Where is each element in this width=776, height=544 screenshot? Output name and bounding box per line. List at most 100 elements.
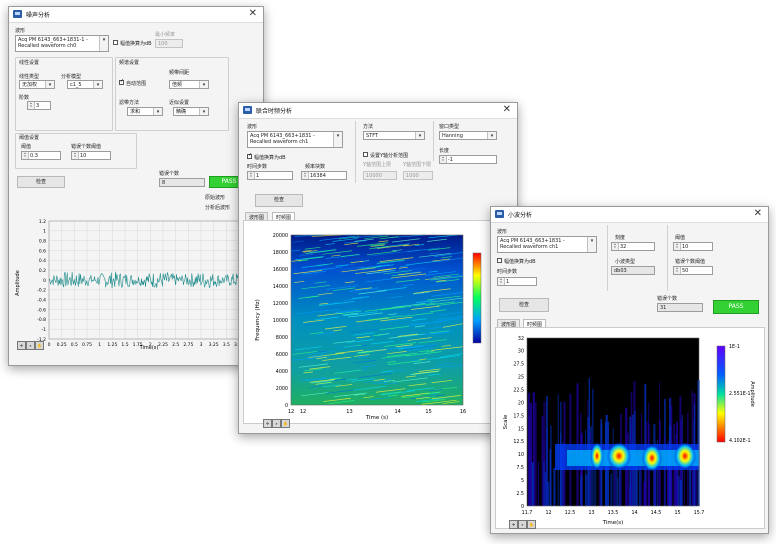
scalogram-band (585, 474, 588, 506)
chevron-down-icon[interactable]: ▾ (415, 132, 424, 139)
waveform-select[interactable]: Acq PM 6143_663+1831 - Recalled waveform… (247, 131, 343, 148)
scalogram-band (697, 380, 700, 506)
spin-icon[interactable]: ▴ ▾ (72, 152, 79, 159)
chevron-down-icon[interactable]: ▾ (45, 81, 54, 88)
db-checkbox[interactable] (247, 152, 252, 159)
approx-select[interactable]: 精确 ▾ (173, 107, 209, 116)
y-tick-label: -0.6 (37, 307, 46, 313)
zoom-tool-icon[interactable]: ⌕ (518, 520, 527, 529)
x-tick-label: 13.5 (608, 510, 619, 516)
crosshair-tool-icon[interactable]: ✛ (17, 341, 26, 350)
chevron-down-icon[interactable]: ▾ (93, 81, 102, 88)
zoom-tool-icon[interactable]: ⌕ (26, 341, 35, 350)
wavelet-type-value: db03 (614, 268, 627, 274)
length-stepper[interactable]: ▴ ▾ -1 (439, 155, 497, 164)
chevron-down-icon[interactable]: ▾ (487, 132, 496, 139)
y-tick-label: -1 (42, 327, 47, 333)
error-points-stepper[interactable]: ▴ ▾ 50 (673, 266, 713, 275)
y-tick-label: 15 (518, 426, 524, 432)
spin-icon[interactable]: ▴ ▾ (498, 278, 505, 285)
crosshair-tool-icon[interactable]: ✛ (509, 520, 518, 529)
chevron-down-icon[interactable]: ▾ (199, 81, 208, 88)
title-bar[interactable]: 联合时频分析 ✕ (239, 103, 517, 119)
window-type-select[interactable]: Hanning ▾ (439, 131, 497, 140)
check-button[interactable]: 检查 (255, 194, 303, 207)
scalogram-band (553, 467, 556, 506)
spin-icon[interactable]: ▴ ▾ (440, 156, 447, 163)
pan-tool-icon[interactable]: ✋ (527, 520, 536, 529)
y-lower-field[interactable]: 1000 (403, 171, 433, 180)
linear-settings-group (15, 57, 113, 131)
color-scale-bar (716, 345, 726, 443)
waveform-select[interactable]: Acq PM 6143_663+1831-1 - Recalled wavefo… (15, 35, 109, 52)
divider (667, 225, 668, 291)
method-select[interactable]: STFT ▾ (363, 131, 425, 140)
title-bar[interactable]: 小波分析 ✕ (491, 207, 768, 223)
method-select[interactable]: 求和 ▾ (127, 107, 163, 116)
window-type-label: 窗口类型 (439, 124, 460, 130)
spin-icon[interactable]: ▴ ▾ (22, 152, 29, 159)
title-bar[interactable]: 噪声分析 ✕ (9, 7, 263, 23)
spin-icon[interactable]: ▴ ▾ (674, 243, 681, 250)
scale-stepper[interactable]: ▴ ▾ 32 (611, 242, 655, 251)
pan-tool-icon[interactable]: ✋ (281, 419, 290, 428)
y-lower-value: 1000 (406, 173, 419, 179)
length-value: -1 (448, 157, 453, 163)
order-stepper[interactable]: ▴ ▾ 3 (27, 101, 51, 110)
band-select[interactable]: 倍频 ▾ (169, 80, 209, 89)
chevron-down-icon[interactable]: ▾ (199, 108, 208, 115)
x-tick-label: 16 (460, 409, 466, 415)
scalogram-hotspot (673, 442, 697, 470)
chevron-down-icon[interactable]: ▾ (587, 237, 596, 252)
y-upper-field[interactable]: 10000 (363, 171, 397, 180)
time-steps-stepper[interactable]: ▴ ▾ 1 (247, 171, 293, 180)
x-tick-label: 11.7 (522, 510, 533, 516)
method-label: 方法 (363, 124, 374, 130)
app-icon (13, 10, 22, 18)
check-button[interactable]: 检查 (499, 298, 549, 312)
freq-bins-stepper[interactable]: ▴ ▾ 16384 (301, 171, 347, 180)
threshold-stepper[interactable]: ▴ ▾ 0.3 (21, 151, 61, 160)
line-type-select[interactable]: 无加权 ▾ (19, 80, 55, 89)
analysis-model-select[interactable]: c1_5 ▾ (67, 80, 103, 89)
analysis-model-label: 分析模型 (61, 74, 82, 80)
spin-icon[interactable]: ▴ ▾ (612, 243, 619, 250)
close-icon[interactable]: ✕ (249, 8, 257, 20)
pass-indicator: PASS (713, 300, 759, 314)
scalogram-band (615, 467, 618, 506)
waveform-select[interactable]: Acq PM 6143_663+1831 - Recalled waveform… (497, 236, 597, 253)
length-label: 长度 (439, 148, 450, 154)
check-button[interactable]: 检查 (17, 176, 65, 188)
x-tick-label: 3 (200, 342, 203, 348)
close-icon[interactable]: ✕ (503, 104, 511, 116)
db-checkbox[interactable] (497, 258, 502, 263)
crosshair-tool-icon[interactable]: ✛ (263, 419, 272, 428)
chevron-down-icon[interactable]: ▾ (333, 132, 342, 147)
pass-label: PASS (728, 303, 744, 310)
min-freq-field[interactable]: 100 (155, 39, 183, 48)
error-points-stepper[interactable]: ▴ ▾ 10 (71, 151, 111, 160)
analysis-model-value: c1_5 (70, 82, 82, 88)
chevron-down-icon[interactable]: ▾ (99, 36, 108, 51)
y-tick-label: 0 (285, 403, 288, 409)
joint-time-frequency-window: 联合时频分析 ✕ 波形 Acq PM 6143_663+1831 - Recal… (238, 102, 518, 434)
waveform-label: 波形 (247, 124, 258, 130)
chevron-down-icon[interactable]: ▾ (153, 108, 162, 115)
spin-icon[interactable]: ▴ ▾ (248, 172, 255, 179)
auto-range-checkbox[interactable] (119, 78, 124, 85)
spin-icon[interactable]: ▴ ▾ (28, 102, 35, 109)
spin-icon[interactable]: ▴ ▾ (674, 267, 681, 274)
spin-icon[interactable]: ▴ ▾ (302, 172, 309, 179)
window-title: 小波分析 (508, 212, 533, 219)
scalogram-band (537, 461, 539, 506)
app-icon (495, 210, 504, 218)
db-checkbox[interactable] (113, 40, 118, 45)
pan-tool-icon[interactable]: ✋ (35, 341, 44, 350)
zoom-tool-icon[interactable]: ⌕ (272, 419, 281, 428)
time-steps-stepper[interactable]: ▴ ▾ 1 (497, 277, 537, 286)
y-tick-label: 8000 (276, 335, 288, 341)
threshold-stepper[interactable]: ▴ ▾ 10 (673, 242, 713, 251)
freq-range-checkbox[interactable] (363, 152, 368, 157)
close-icon[interactable]: ✕ (754, 208, 762, 220)
error-points-value: 10 (80, 153, 87, 159)
